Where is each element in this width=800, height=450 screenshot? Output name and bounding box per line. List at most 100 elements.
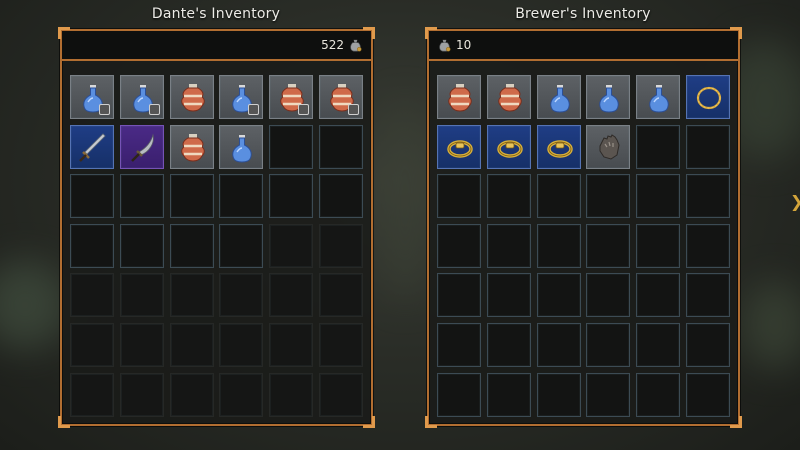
sword-icon xyxy=(77,132,109,164)
left-slot-mana-potion[interactable] xyxy=(219,75,264,119)
right-slot-gauntlet[interactable] xyxy=(586,124,631,169)
left-slot-empty[interactable] xyxy=(219,372,264,417)
left-slot-empty[interactable] xyxy=(269,174,314,219)
frame-corner xyxy=(425,416,437,428)
stack-indicator-icon xyxy=(248,104,260,115)
right-slot-empty[interactable] xyxy=(636,323,681,367)
mana-potion-icon xyxy=(643,82,675,114)
right-slot-empty[interactable] xyxy=(686,223,730,268)
left-slot-empty[interactable] xyxy=(319,124,363,169)
right-slot-empty[interactable] xyxy=(486,323,531,367)
right-slot-health-potion[interactable] xyxy=(486,75,531,119)
left-slot-empty[interactable] xyxy=(319,174,363,219)
right-slot-gold-ring[interactable] xyxy=(437,124,481,169)
right-slot-empty[interactable] xyxy=(586,174,631,219)
left-slot-empty[interactable] xyxy=(70,323,114,367)
right-slot-empty[interactable] xyxy=(636,174,681,219)
gauntlet-icon xyxy=(593,132,625,164)
left-slot-empty[interactable] xyxy=(269,323,314,367)
right-slot-empty[interactable] xyxy=(437,323,481,367)
left-slot-empty[interactable] xyxy=(319,223,363,268)
coin-bag-icon xyxy=(350,39,362,52)
right-slot-empty[interactable] xyxy=(486,174,531,219)
right-slot-gold-necklace[interactable] xyxy=(686,75,730,119)
left-slot-empty[interactable] xyxy=(70,223,114,268)
left-slot-mana-potion[interactable] xyxy=(219,124,264,169)
left-slot-empty[interactable] xyxy=(119,223,164,268)
right-slot-empty[interactable] xyxy=(636,273,681,318)
right-slot-empty[interactable] xyxy=(586,372,631,417)
left-slot-health-potion[interactable] xyxy=(269,75,314,119)
left-slot-empty[interactable] xyxy=(70,273,114,318)
left-slot-sword[interactable] xyxy=(70,124,114,169)
left-slot-empty[interactable] xyxy=(70,372,114,417)
frame-corner xyxy=(363,416,375,428)
right-slot-empty[interactable] xyxy=(636,223,681,268)
right-slot-mana-potion[interactable] xyxy=(586,75,631,119)
left-slot-empty[interactable] xyxy=(169,174,214,219)
right-slot-empty[interactable] xyxy=(586,323,631,367)
right-slot-empty[interactable] xyxy=(686,174,730,219)
left-slot-empty[interactable] xyxy=(269,273,314,318)
left-slot-empty[interactable] xyxy=(219,323,264,367)
left-slot-empty[interactable] xyxy=(269,223,314,268)
left-slot-health-potion[interactable] xyxy=(169,75,214,119)
left-slot-health-potion[interactable] xyxy=(319,75,363,119)
left-slot-empty[interactable] xyxy=(119,174,164,219)
left-slot-empty[interactable] xyxy=(169,273,214,318)
right-slot-empty[interactable] xyxy=(437,273,481,318)
background-foliage xyxy=(740,280,800,370)
health-potion-icon xyxy=(177,132,209,164)
stack-indicator-icon xyxy=(99,104,110,115)
right-slot-empty[interactable] xyxy=(437,223,481,268)
right-slot-gold-ring[interactable] xyxy=(486,124,531,169)
left-slot-empty[interactable] xyxy=(119,323,164,367)
left-slot-mana-potion[interactable] xyxy=(119,75,164,119)
right-slot-empty[interactable] xyxy=(486,273,531,318)
left-slot-scimitar[interactable] xyxy=(119,124,164,169)
right-slot-empty[interactable] xyxy=(686,273,730,318)
right-slot-empty[interactable] xyxy=(486,223,531,268)
right-slot-empty[interactable] xyxy=(636,124,681,169)
mana-potion-icon xyxy=(544,82,576,114)
left-slot-empty[interactable] xyxy=(70,174,114,219)
stack-indicator-icon xyxy=(148,104,160,115)
left-slot-empty[interactable] xyxy=(169,323,214,367)
right-slot-empty[interactable] xyxy=(586,273,631,318)
right-gold-bar: 10 xyxy=(429,31,738,61)
left-slot-empty[interactable] xyxy=(169,223,214,268)
right-slot-health-potion[interactable] xyxy=(437,75,481,119)
right-slot-empty[interactable] xyxy=(536,323,581,367)
right-slot-empty[interactable] xyxy=(536,174,581,219)
left-slot-empty[interactable] xyxy=(269,124,314,169)
left-slot-empty[interactable] xyxy=(319,273,363,318)
left-slot-empty[interactable] xyxy=(169,372,214,417)
left-slot-empty[interactable] xyxy=(219,223,264,268)
left-gold-bar: 522 xyxy=(62,31,371,61)
right-slot-empty[interactable] xyxy=(536,223,581,268)
left-slot-empty[interactable] xyxy=(319,372,363,417)
right-slot-empty[interactable] xyxy=(536,273,581,318)
left-slot-empty[interactable] xyxy=(119,273,164,318)
right-slot-empty[interactable] xyxy=(636,372,681,417)
left-slot-empty[interactable] xyxy=(219,273,264,318)
right-slot-mana-potion[interactable] xyxy=(636,75,681,119)
left-slot-empty[interactable] xyxy=(119,372,164,417)
left-slot-empty[interactable] xyxy=(269,372,314,417)
left-slot-empty[interactable] xyxy=(319,323,363,367)
right-slot-empty[interactable] xyxy=(536,372,581,417)
left-slot-empty[interactable] xyxy=(219,174,264,219)
right-slot-empty[interactable] xyxy=(686,124,730,169)
left-slot-mana-potion[interactable] xyxy=(70,75,114,119)
right-slot-empty[interactable] xyxy=(686,323,730,367)
right-slot-empty[interactable] xyxy=(437,174,481,219)
right-slot-gold-ring[interactable] xyxy=(536,124,581,169)
right-slot-mana-potion[interactable] xyxy=(536,75,581,119)
right-slot-empty[interactable] xyxy=(686,372,730,417)
right-slot-empty[interactable] xyxy=(437,372,481,417)
right-slot-empty[interactable] xyxy=(586,223,631,268)
left-slot-health-potion[interactable] xyxy=(169,124,214,169)
gold-ring-icon xyxy=(544,132,576,164)
right-slot-empty[interactable] xyxy=(486,372,531,417)
health-potion-icon xyxy=(177,82,209,114)
